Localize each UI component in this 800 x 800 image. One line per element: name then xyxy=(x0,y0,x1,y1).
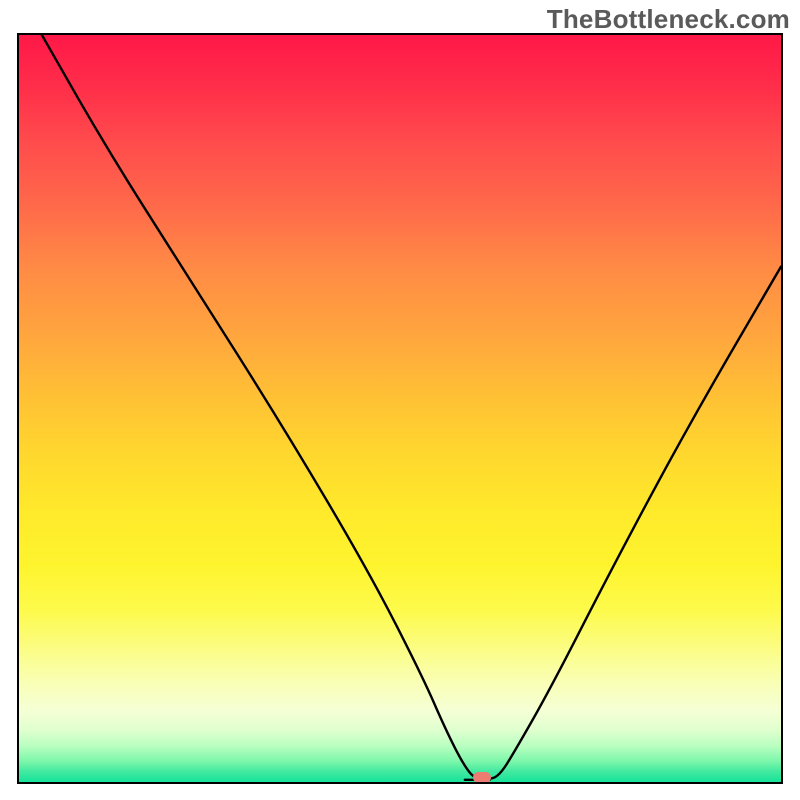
curve-path xyxy=(42,35,781,780)
bottleneck-curve xyxy=(19,35,781,782)
chart-frame: TheBottleneck.com xyxy=(0,0,800,800)
watermark-text: TheBottleneck.com xyxy=(547,4,790,35)
min-marker xyxy=(473,772,491,783)
plot-area xyxy=(17,33,783,784)
